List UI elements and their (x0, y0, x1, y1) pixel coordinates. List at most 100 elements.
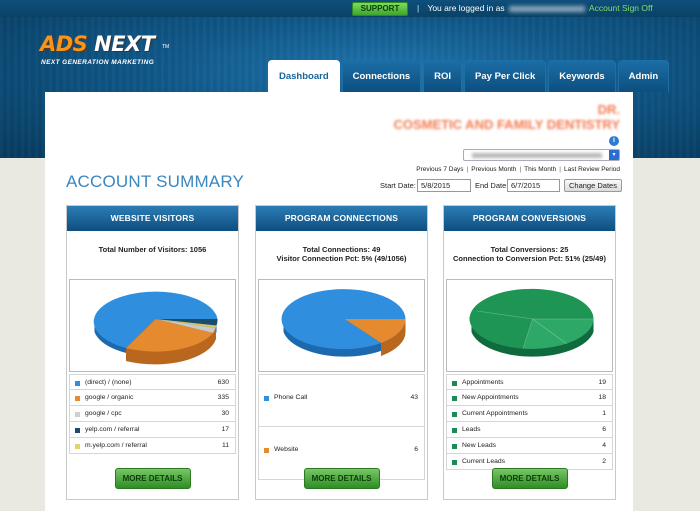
separator: | (417, 3, 420, 13)
panel-stat-line: Total Connections: 49 (302, 245, 381, 254)
legend-value: 630 (217, 379, 229, 386)
legend-row: Phone Call 43 (258, 374, 425, 427)
panel-stat-line: Connection to Conversion Pct: 51% (25/49… (453, 254, 606, 263)
pie-slice-leads (523, 319, 594, 349)
more-details-button[interactable]: MORE DETAILS (114, 468, 191, 489)
chevron-down-icon: ▾ (609, 150, 619, 160)
change-dates-button[interactable]: Change Dates (564, 179, 622, 192)
connections-pie-chart (258, 279, 425, 372)
more-details-button[interactable]: MORE DETAILS (491, 468, 568, 489)
panel-stats: Total Number of Visitors: 1056 (67, 231, 238, 279)
panel-stat-line: Visitor Connection Pct: 5% (49/1056) (276, 254, 407, 263)
website-visitors-panel: WEBSITE VISITORS Total Number of Visitor… (66, 205, 239, 500)
period-link-previous-month[interactable]: Previous Month (471, 166, 516, 173)
sign-off-link[interactable]: Sign Off (622, 3, 653, 13)
connections-legend: Phone Call 43 Website 6 (258, 374, 425, 480)
legend-swatch (452, 428, 457, 433)
legend-swatch (264, 396, 269, 401)
legend-value: 19 (598, 379, 606, 386)
legend-label: Current Appointments (462, 410, 528, 417)
legend-value: 335 (217, 394, 229, 401)
legend-value: 1 (602, 410, 606, 417)
legend-label: Phone Call (274, 394, 308, 401)
practice-select-value (472, 153, 602, 158)
practice-name: DR. COSMETIC AND FAMILY DENTISTRY (380, 102, 620, 132)
account-link[interactable]: Account (589, 3, 620, 13)
legend-row: google / organic 335 (69, 390, 236, 406)
legend-value: 17 (221, 426, 229, 433)
legend-value: 18 (598, 394, 606, 401)
program-conversions-panel: PROGRAM CONVERSIONS Total Conversions: 2… (443, 205, 616, 500)
panel-stat-line: Total Conversions: 25 (490, 245, 569, 254)
pie-svg (281, 289, 406, 357)
logo-trademark: TM (162, 44, 170, 50)
legend-label: yelp.com / referral (85, 426, 140, 433)
legend-swatch (75, 428, 80, 433)
legend-row: New Leads 4 (446, 438, 613, 454)
page-title: ACCOUNT SUMMARY (66, 172, 245, 191)
start-date-input[interactable]: 5/8/2015 (417, 179, 471, 192)
period-link-this-month[interactable]: This Month (524, 166, 556, 173)
logo-wordmark: ADS NEXT (40, 32, 170, 56)
login-text: You are logged in as (427, 3, 505, 13)
legend-value: 6 (602, 426, 606, 433)
legend-swatch (452, 460, 457, 465)
start-date-label: Start Date: (380, 181, 416, 190)
logo-word-next: NEXT (94, 32, 155, 56)
tab-dashboard[interactable]: Dashboard (268, 60, 340, 92)
legend-swatch (75, 444, 80, 449)
legend-label: Appointments (462, 379, 504, 386)
tab-pay-per-click[interactable]: Pay Per Click (464, 60, 547, 92)
tab-keywords[interactable]: Keywords (548, 60, 616, 92)
legend-row: Appointments 19 (446, 374, 613, 390)
support-button[interactable]: SUPPORT (352, 2, 408, 16)
legend-label: (direct) / (none) (85, 379, 132, 386)
tab-roi[interactable]: ROI (423, 60, 463, 92)
legend-swatch (75, 396, 80, 401)
legend-value: 11 (221, 442, 229, 449)
conversions-legend: Appointments 19 New Appointments 18 Current … (446, 374, 613, 470)
more-details-button[interactable]: MORE DETAILS (303, 468, 380, 489)
legend-value: 2 (602, 458, 606, 465)
info-icon[interactable]: i (609, 136, 619, 146)
legend-row: New Appointments 18 (446, 390, 613, 406)
separator: | (519, 166, 522, 173)
pie-svg (93, 291, 218, 365)
period-link-previous-7-days[interactable]: Previous 7 Days (416, 166, 463, 173)
ads-next-logo[interactable]: ADS NEXT TM NEXT GENERATION MARKETING (40, 32, 170, 72)
legend-label: Website (274, 446, 299, 453)
separator: | (559, 166, 561, 173)
period-link-last-review-period[interactable]: Last Review Period (564, 166, 620, 173)
legend-label: m.yelp.com / referral (85, 442, 147, 449)
end-date-input[interactable]: 6/7/2015 (507, 179, 560, 192)
practice-name-line2: COSMETIC AND FAMILY DENTISTRY (393, 117, 620, 132)
username-redacted (509, 5, 586, 12)
tab-admin[interactable]: Admin (617, 60, 670, 92)
legend-row: Leads 6 (446, 422, 613, 438)
top-bar: SUPPORT | You are logged in as Account S… (0, 0, 700, 17)
visitors-pie-chart (69, 279, 236, 372)
panel-stat-line: Total Number of Visitors: 1056 (98, 245, 207, 254)
panel-title: PROGRAM CONNECTIONS (256, 206, 427, 231)
legend-swatch (75, 412, 80, 417)
legend-label: Leads (462, 426, 481, 433)
legend-label: google / cpc (85, 410, 122, 417)
practice-select[interactable]: ▾ (463, 149, 620, 161)
legend-value: 43 (410, 394, 418, 401)
end-date-label: End Date: (475, 181, 509, 190)
legend-row: (direct) / (none) 630 (69, 374, 236, 390)
legend-swatch (264, 448, 269, 453)
logo-word-ads: ADS (40, 32, 95, 56)
legend-swatch (452, 396, 457, 401)
main-nav-tabs: Dashboard Connections ROI Pay Per Click Keyw… (268, 60, 670, 92)
logo-tagline: NEXT GENERATION MARKETING (41, 59, 155, 66)
panel-title: PROGRAM CONVERSIONS (444, 206, 615, 231)
legend-swatch (452, 412, 457, 417)
legend-swatch (452, 381, 457, 386)
practice-name-line1: DR. (597, 102, 620, 117)
legend-row: yelp.com / referral 17 (69, 422, 236, 438)
legend-label: Current Leads (462, 458, 506, 465)
tab-connections[interactable]: Connections (341, 60, 422, 92)
legend-row: Current Appointments 1 (446, 406, 613, 422)
panel-stats: Total Connections: 49 Visitor Connection… (256, 231, 427, 279)
